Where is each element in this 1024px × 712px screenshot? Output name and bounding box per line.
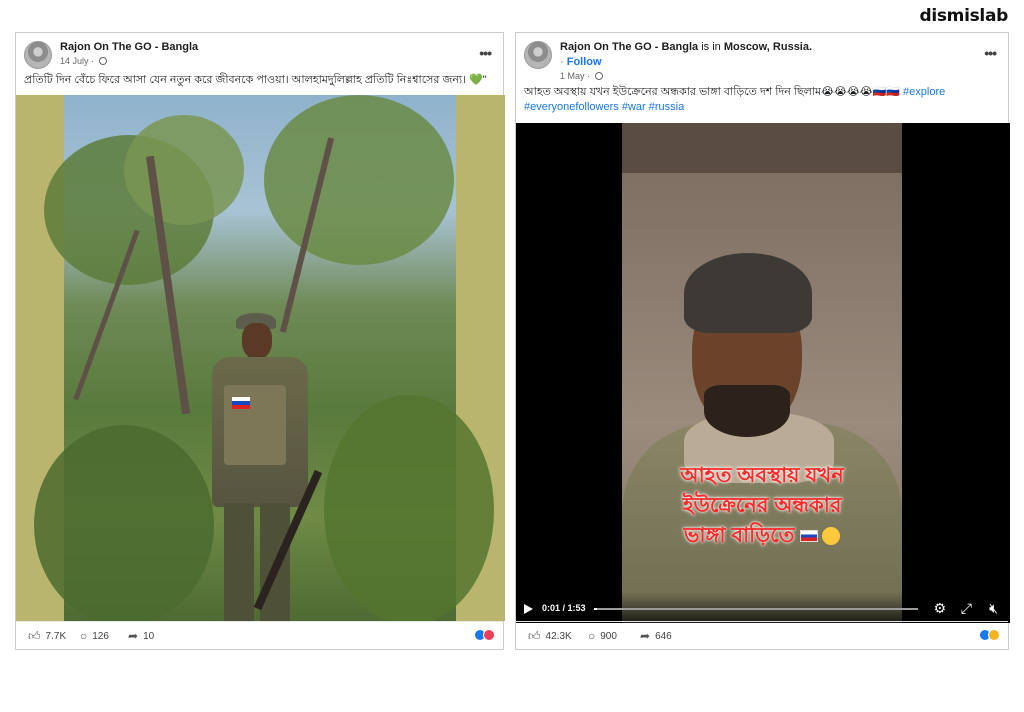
more-options-icon[interactable]: ••• [479, 45, 492, 61]
post-date[interactable]: 1 May · [560, 71, 603, 81]
reaction-icons[interactable] [979, 629, 1000, 644]
post-caption: প্রতিটি দিন বেঁচে ফিরে আসা যেন নতুন করে … [24, 74, 487, 86]
comment-button[interactable]: ○ 900 [588, 629, 617, 643]
author-name[interactable]: Rajon On The GO - Bangla [60, 41, 198, 53]
globe-icon [98, 57, 107, 65]
post-caption: আহত অবস্থায় যখন ইউক্রেনের অন্ধকার ভাঙ্গ… [524, 85, 1000, 115]
video-time: 0:01 / 1:53 [542, 603, 586, 613]
soldier-photo [34, 95, 494, 621]
post-date[interactable]: 14 July · [60, 56, 107, 66]
avatar[interactable] [24, 41, 52, 69]
more-options-icon[interactable]: ••• [984, 45, 997, 61]
post-card-right: Rajon On The GO - Bangla is in Moscow, R… [515, 32, 1010, 650]
crying-face-icon [822, 527, 841, 545]
comment-icon: ○ [588, 629, 596, 643]
share-count: 10 [143, 631, 155, 642]
brand-logo: dismislab [919, 6, 1008, 26]
avatar[interactable] [524, 41, 552, 69]
location-prefix: is in [701, 41, 721, 53]
like-button[interactable]: 👍︎ 42.3K [528, 629, 572, 644]
like-count: 42.3K [545, 631, 572, 642]
post-photo-frame[interactable] [16, 95, 505, 621]
post-date-text: 14 July [60, 56, 89, 66]
post-footer: 👍︎ 42.3K ○ 900 ➦ 646 [516, 621, 1008, 649]
comment-button[interactable]: ○ 126 [80, 629, 109, 643]
sad-reaction-icon [988, 629, 1000, 641]
russia-flag-icon [800, 530, 819, 542]
reaction-icons[interactable] [474, 629, 495, 644]
like-button[interactable]: 👍︎ 7.7K [28, 629, 66, 644]
share-count: 646 [655, 631, 672, 642]
like-icon: 👍︎ [528, 629, 541, 643]
play-icon[interactable] [524, 604, 533, 614]
seek-progress [594, 608, 598, 610]
post-card-left: Rajon On The GO - Bangla 14 July · ••• প… [15, 32, 505, 650]
video-frame: আহত অবস্থায় যখন ইউক্রেনের অন্ধকার ভাঙ্গ… [622, 123, 902, 623]
video-overlay-line-3: ভাঙ্গা বাড়িতে [622, 521, 902, 551]
gear-icon[interactable]: ⚙ [933, 601, 946, 615]
share-button[interactable]: ➦ 10 [128, 629, 154, 643]
volume-muted-icon[interactable]: 🔇︎ [989, 601, 998, 615]
post-footer: 👍︎ 7.7K ○ 126 ➦ 10 [16, 621, 503, 649]
like-icon: 👍︎ [28, 629, 41, 643]
video-player[interactable]: আহত অবস্থায় যখন ইউক্রেনের অন্ধকার ভাঙ্গ… [516, 123, 1010, 623]
fullscreen-icon[interactable]: ⤢ [961, 601, 972, 615]
follow-label: Follow [566, 56, 602, 68]
share-icon: ➦ [640, 629, 651, 643]
author-name[interactable]: Rajon On The GO - Bangla [560, 41, 698, 53]
video-overlay-line-1: আহত অবস্থায় যখন [680, 464, 844, 487]
author-line: Rajon On The GO - Bangla is in Moscow, R… [560, 41, 812, 53]
seek-bar[interactable] [594, 608, 918, 610]
post-date-text: 1 May [560, 71, 585, 81]
video-overlay-line-2: ইউক্রেনের অন্ধকার [682, 494, 842, 517]
share-icon: ➦ [128, 629, 139, 643]
share-button[interactable]: ➦ 646 [640, 629, 672, 643]
comment-count: 126 [92, 631, 109, 642]
video-overlay-line-3-text: ভাঙ্গা বাড়িতে [683, 524, 795, 547]
comment-count: 900 [600, 631, 617, 642]
hashtag-explore[interactable]: #explore [903, 86, 945, 98]
video-controls: 0:01 / 1:53 ⚙ ⤢ 🔇︎ [516, 593, 1010, 623]
caption-text: আহত অবস্থায় যখন ইউক্রেনের অন্ধকার ভাঙ্গ… [524, 86, 900, 98]
comment-icon: ○ [80, 629, 88, 643]
follow-button[interactable]: · Follow [560, 56, 602, 68]
like-count: 7.7K [45, 631, 67, 642]
post-header: Rajon On The GO - Bangla is in Moscow, R… [524, 39, 1000, 81]
globe-icon [594, 72, 603, 80]
love-reaction-icon [483, 629, 495, 641]
hashtag-list[interactable]: #everyonefollowers #war #russia [524, 101, 684, 113]
location-name[interactable]: Moscow, Russia. [724, 41, 812, 53]
